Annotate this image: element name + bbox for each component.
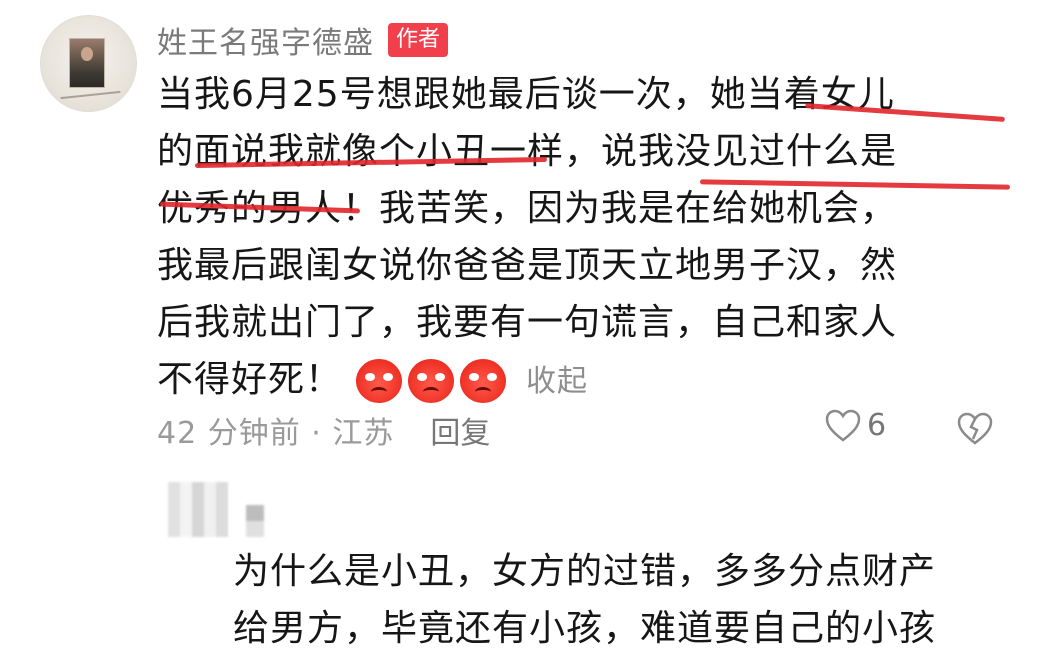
reply-button[interactable]: 回复: [430, 408, 490, 452]
collapse-link[interactable]: 收起: [526, 364, 588, 399]
comment-line: 后我就出门了，我要有一句谎言，自己和家人: [157, 302, 898, 343]
dislike-broken-heart-icon[interactable]: [957, 412, 993, 446]
comment-line: 当我6月25号想跟她最后谈一次，她当着女儿: [157, 74, 895, 115]
author-avatar[interactable]: [40, 15, 137, 112]
author-badge: 作者: [388, 23, 449, 57]
reply-avatar-blurred[interactable]: [168, 482, 228, 537]
like-count: 6: [867, 408, 887, 443]
comment-line: 的面说我就像个小丑一样，说我没见过什么是: [157, 131, 898, 172]
avatar-photo: [69, 38, 105, 88]
comment-line: 不得好死！: [157, 359, 343, 400]
angry-emoji-icon: [460, 359, 507, 403]
avatar-signature-mark: [60, 90, 122, 110]
angry-emoji-icon: [408, 359, 455, 403]
reply-username-blurred: [246, 505, 264, 537]
heart-icon: [825, 409, 861, 442]
author-name[interactable]: 姓王名强字德盛: [157, 18, 374, 62]
comment-header: 姓王名强字德盛 作者: [157, 18, 449, 62]
comment-meta: 42 分钟前 · 江苏 回复 6: [157, 408, 1017, 452]
comment-last-line: 不得好死！ 收起: [157, 351, 1017, 408]
avatar-photo-face: [81, 47, 93, 61]
angry-emoji-icon: [356, 359, 403, 403]
emoji-group: [356, 359, 507, 403]
comment-line: 我最后跟闺女说你爸爸是顶天立地男子汉，然: [157, 245, 898, 286]
reply-line: 给男方，毕竟还有小孩，难道要自己的小孩: [233, 608, 937, 649]
like-button[interactable]: 6: [825, 408, 886, 443]
reply-text: 为什么是小丑，女方的过错，多多分点财产 给男方，毕竟还有小孩，难道要自己的小孩: [233, 543, 1023, 657]
reply-line: 为什么是小丑，女方的过错，多多分点财产: [233, 551, 937, 592]
comment-text: 当我6月25号想跟她最后谈一次，她当着女儿 的面说我就像个小丑一样，说我没见过什…: [157, 66, 1017, 408]
comment-time-location: 42 分钟前 · 江苏: [157, 416, 395, 451]
